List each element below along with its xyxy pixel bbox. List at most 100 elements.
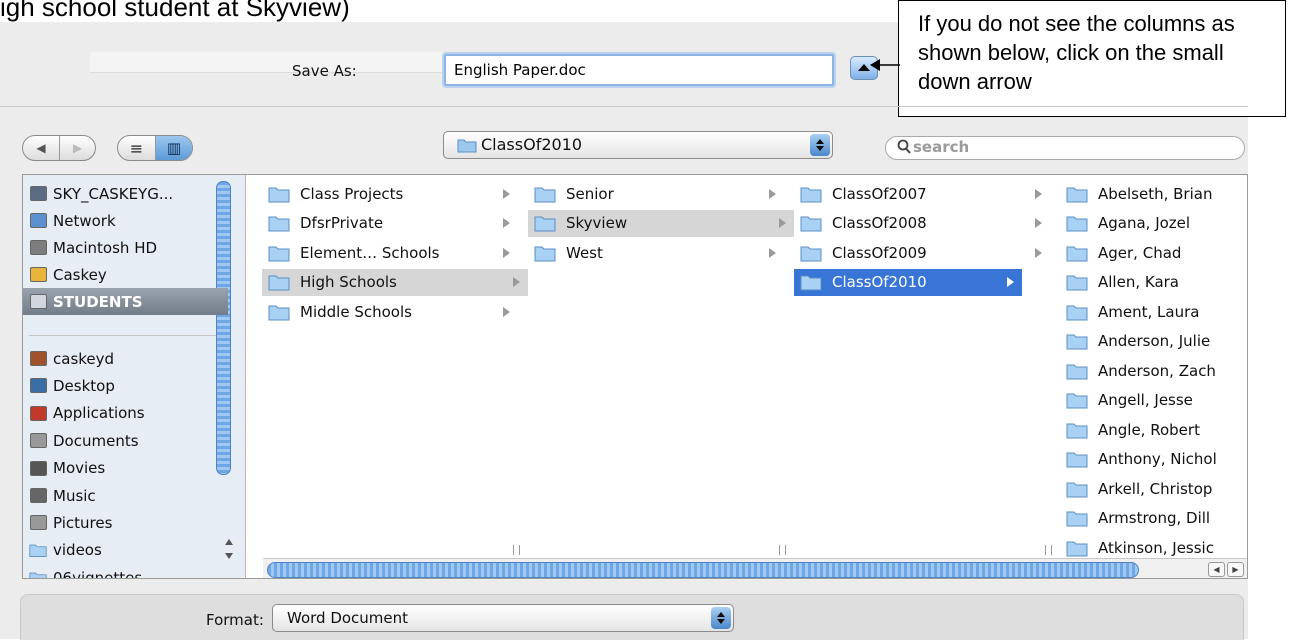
folder-icon bbox=[29, 572, 47, 578]
sidebar-item-label: Caskey bbox=[53, 265, 107, 284]
format-popup[interactable]: Word Document bbox=[272, 604, 734, 632]
sidebar-item-label: Pictures bbox=[53, 513, 113, 532]
folder-name: Atkinson, Jessic bbox=[1098, 538, 1214, 557]
folder-icon bbox=[1066, 393, 1088, 409]
view-toggle: ≡ ▥ bbox=[117, 135, 193, 161]
folder-name: ClassOf2010 bbox=[832, 273, 927, 291]
folder-name: DfsrPrivate bbox=[300, 214, 384, 232]
sidebar-item[interactable]: STUDENTS bbox=[23, 288, 228, 315]
format-value: Word Document bbox=[287, 609, 409, 627]
movies-icon bbox=[29, 460, 47, 476]
callout-note: If you do not see the columns as shown b… bbox=[898, 0, 1286, 117]
back-button[interactable]: ◀ bbox=[23, 136, 59, 160]
scrollbar-thumb[interactable] bbox=[267, 562, 1139, 578]
folder-icon bbox=[1066, 511, 1088, 527]
column-view-button[interactable]: ▥ bbox=[154, 136, 192, 160]
documents-icon bbox=[29, 433, 47, 449]
save-as-label: Save As: bbox=[292, 62, 357, 80]
folder-row[interactable]: ClassOf2008 bbox=[800, 210, 1050, 237]
folder-row[interactable]: ClassOf2009 bbox=[800, 239, 1050, 266]
folder-row[interactable]: Senior bbox=[534, 180, 784, 207]
sidebar-scrollbar[interactable] bbox=[216, 181, 231, 475]
column-resize-grip[interactable] bbox=[1045, 545, 1052, 555]
sidebar-item[interactable]: Documents bbox=[29, 427, 139, 454]
network-volume-icon bbox=[29, 294, 47, 310]
list-view-button[interactable]: ≡ bbox=[118, 136, 155, 160]
sidebar-item[interactable]: Movies bbox=[29, 455, 105, 482]
folder-icon bbox=[457, 139, 477, 153]
scroll-left-button[interactable]: ◀ bbox=[1208, 562, 1225, 577]
student-folder-row[interactable]: Abelseth, Brian bbox=[1066, 180, 1247, 207]
sidebar-item[interactable]: 06vignettes bbox=[29, 564, 143, 579]
nav-buttons: ◀ ▶ bbox=[22, 135, 96, 161]
column-resize-grip[interactable] bbox=[779, 545, 786, 555]
folder-icon bbox=[1066, 305, 1088, 320]
chevron-right-icon bbox=[513, 277, 520, 287]
folder-row[interactable]: Class Projects bbox=[268, 180, 518, 207]
sidebar-item[interactable]: Macintosh HD bbox=[29, 234, 157, 261]
column-2: Senior Skyview West bbox=[528, 175, 795, 565]
folder-name: Angle, Robert bbox=[1098, 420, 1200, 439]
search-icon bbox=[897, 139, 911, 154]
folder-name: Anderson, Zach bbox=[1098, 361, 1216, 380]
sidebar-item[interactable]: Music bbox=[29, 482, 96, 509]
sidebar-item-label: Network bbox=[53, 211, 116, 230]
sidebar-item[interactable]: Caskey bbox=[29, 261, 107, 288]
location-popup[interactable]: ClassOf2010 bbox=[443, 131, 833, 159]
horizontal-scrollbar[interactable]: ◀ ▶ bbox=[263, 558, 1247, 578]
forward-button[interactable]: ▶ bbox=[58, 136, 95, 160]
folder-icon bbox=[1066, 187, 1088, 202]
student-folder-row[interactable]: Agana, Jozel bbox=[1066, 210, 1247, 237]
search-placeholder: search bbox=[913, 138, 970, 156]
folder-row[interactable]: ClassOf2007 bbox=[800, 180, 1050, 207]
student-folder-row[interactable]: Ager, Chad bbox=[1066, 239, 1247, 266]
student-folder-row[interactable]: Ament, Laura bbox=[1066, 298, 1247, 325]
folder-icon bbox=[268, 246, 290, 261]
folder-name: West bbox=[566, 243, 603, 262]
scroll-right-button[interactable]: ▶ bbox=[1227, 562, 1244, 577]
folder-row[interactable]: West bbox=[534, 239, 784, 266]
folder-name: Anderson, Julie bbox=[1098, 332, 1211, 350]
student-folder-row[interactable]: Angell, Jesse bbox=[1066, 387, 1247, 414]
sidebar-item[interactable]: Desktop bbox=[29, 372, 115, 399]
folder-row[interactable]: DfsrPrivate bbox=[268, 210, 518, 237]
pictures-icon bbox=[29, 515, 47, 531]
sidebar-item[interactable]: Applications bbox=[29, 400, 145, 427]
chevron-right-icon bbox=[769, 188, 776, 199]
folder-name: Ager, Chad bbox=[1098, 243, 1182, 262]
chevron-right-icon bbox=[503, 188, 510, 199]
student-folder-row[interactable]: Anderson, Zach bbox=[1066, 357, 1247, 384]
sidebar-item-label: 06vignettes bbox=[53, 568, 143, 579]
folder-icon bbox=[534, 187, 556, 202]
folder-row[interactable]: High Schools bbox=[262, 268, 528, 296]
sidebar-item[interactable]: caskeyd bbox=[29, 345, 114, 372]
student-folder-row[interactable]: Arkell, Christop bbox=[1066, 475, 1247, 502]
student-folder-row[interactable]: Anthony, Nichol bbox=[1066, 446, 1247, 473]
sidebar-item[interactable]: Network bbox=[29, 207, 116, 234]
chevron-right-icon bbox=[1035, 218, 1042, 228]
folder-icon bbox=[1066, 364, 1088, 379]
search-field[interactable]: search bbox=[885, 136, 1245, 160]
sidebar-item[interactable]: videos bbox=[29, 537, 102, 564]
student-folder-row[interactable]: Angle, Robert bbox=[1066, 416, 1247, 443]
folder-name: Element… Schools bbox=[300, 243, 440, 262]
sidebar-item[interactable]: SKY_CASKEYG... bbox=[29, 180, 173, 207]
folder-icon bbox=[29, 570, 47, 578]
folder-row[interactable]: Skyview bbox=[528, 209, 794, 237]
folder-icon bbox=[1066, 334, 1088, 350]
student-folder-row[interactable]: Allen, Kara bbox=[1066, 269, 1247, 296]
sidebar-scroll-arrows-icon[interactable] bbox=[221, 535, 237, 575]
folder-row[interactable]: Middle Schools bbox=[268, 298, 518, 325]
sidebar-item[interactable]: Pictures bbox=[29, 509, 112, 536]
sidebar-item-label: Applications bbox=[53, 404, 145, 423]
student-folder-row[interactable]: Anderson, Julie bbox=[1066, 328, 1247, 355]
folder-row[interactable]: ClassOf2010 bbox=[794, 268, 1022, 296]
desktop-icon bbox=[29, 378, 47, 394]
chevron-right-icon bbox=[779, 218, 786, 228]
column-resize-grip[interactable] bbox=[513, 545, 520, 555]
folder-row[interactable]: Element… Schools bbox=[268, 239, 518, 266]
student-folder-row[interactable]: Atkinson, Jessic bbox=[1066, 534, 1247, 561]
save-as-input[interactable] bbox=[444, 54, 834, 86]
list-view-icon: ≡ bbox=[129, 138, 144, 158]
student-folder-row[interactable]: Armstrong, Dill bbox=[1066, 505, 1247, 532]
